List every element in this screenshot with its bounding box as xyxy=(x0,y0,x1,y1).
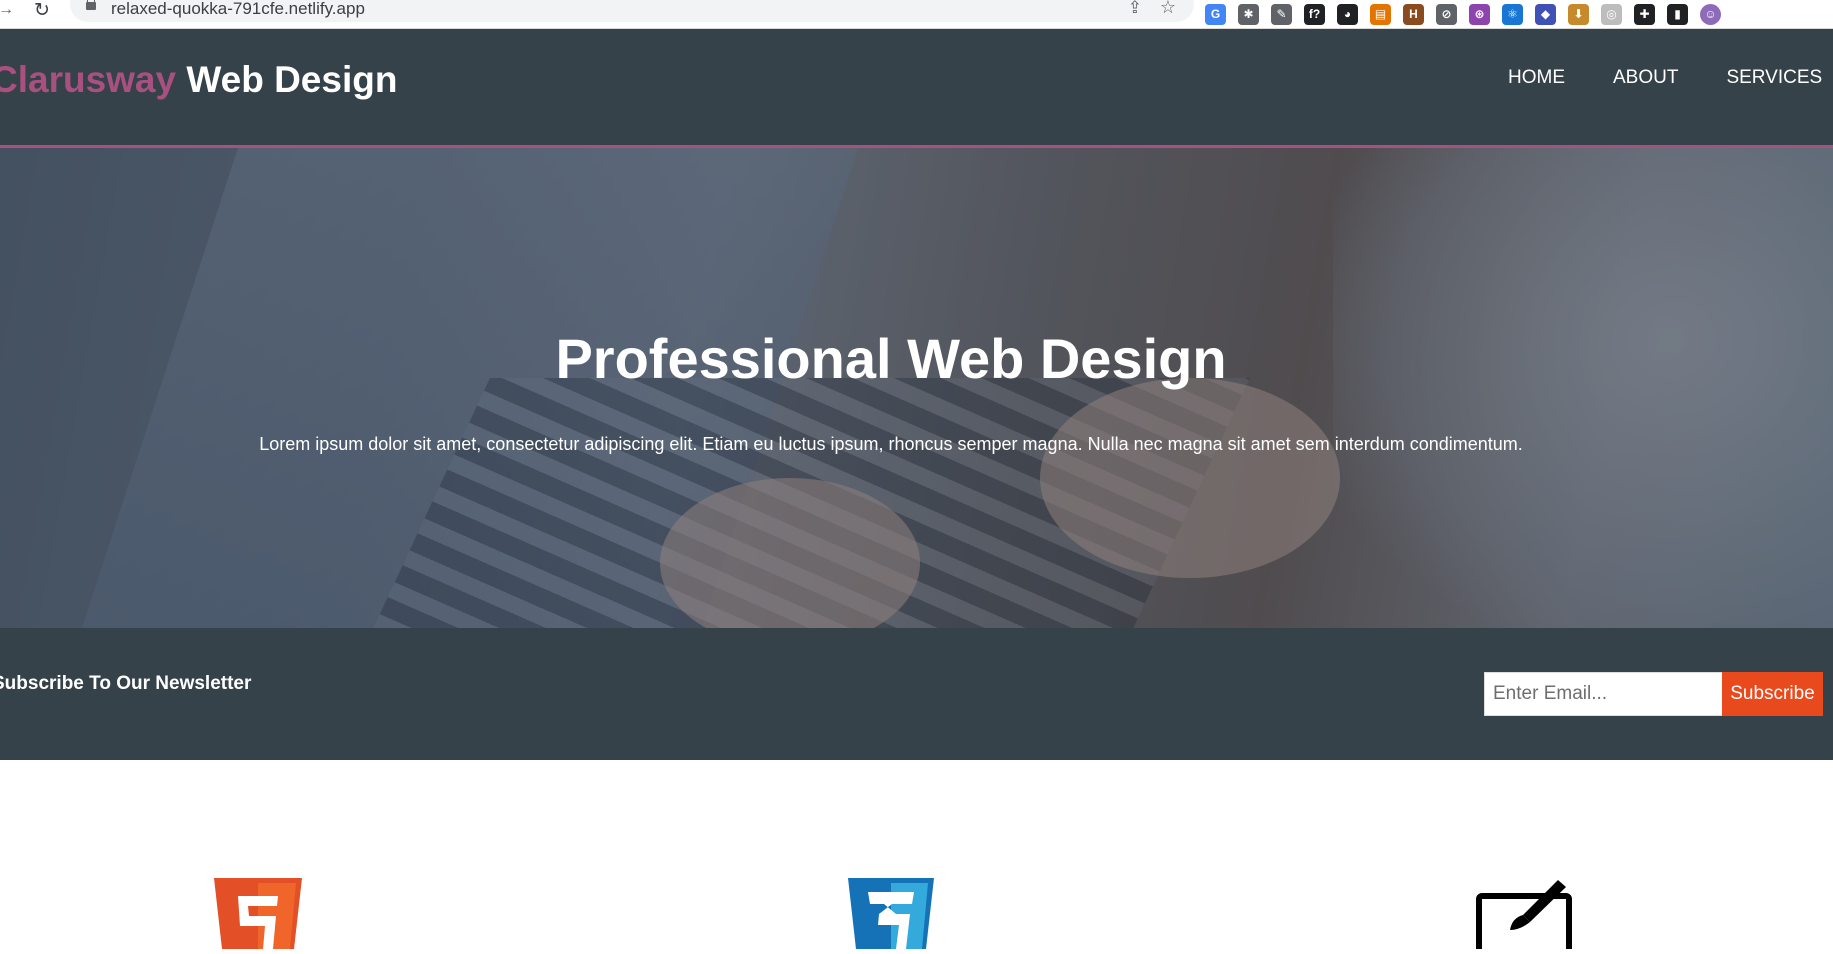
share-icon[interactable]: ⇪ xyxy=(1128,0,1142,18)
css3-logo-icon xyxy=(848,878,934,954)
record-extension-icon[interactable]: ◎ xyxy=(1601,3,1622,25)
showcase-hero: Professional Web Design Lorem ipsum dolo… xyxy=(0,148,1833,628)
branding[interactable]: Clarusway Web Design xyxy=(0,59,397,101)
brand-title: Web Design xyxy=(176,59,398,100)
puzzle-extensions-icon[interactable]: ✚ xyxy=(1634,3,1655,25)
font-extension-icon[interactable]: f? xyxy=(1304,3,1325,25)
bug-extension-icon[interactable]: ✱ xyxy=(1238,3,1259,25)
address-bar[interactable]: relaxed-quokka-791cfe.netlify.app ⇪ ☆ xyxy=(70,0,1194,22)
lock-icon[interactable] xyxy=(86,0,96,10)
react-extension-icon[interactable]: ⚛ xyxy=(1502,3,1523,25)
eyedropper-extension-icon[interactable]: ✎ xyxy=(1271,3,1292,25)
notes-extension-icon[interactable]: ▤ xyxy=(1370,3,1391,25)
email-input[interactable] xyxy=(1484,672,1724,716)
showcase-text: Lorem ipsum dolor sit amet, consectetur … xyxy=(259,434,1523,454)
showcase-title: Professional Web Design xyxy=(555,327,1227,390)
reload-icon[interactable]: ↻ xyxy=(34,0,50,22)
url-text[interactable]: relaxed-quokka-791cfe.netlify.app xyxy=(111,0,365,19)
star-icon[interactable]: ☆ xyxy=(1160,0,1176,18)
newsletter-title: Subscribe To Our Newsletter xyxy=(0,673,252,694)
nav-home-link[interactable]: HOME xyxy=(1508,67,1565,89)
profile-avatar-icon[interactable]: ☺ xyxy=(1700,3,1721,25)
brush-design-icon xyxy=(1474,878,1574,954)
profile-extension-icon[interactable]: ◕ xyxy=(1337,3,1358,25)
html5-logo-icon xyxy=(214,878,302,954)
extensions-tray: G ✱ ✎ f? ◕ ▤ H ⊘ ⊛ ⚛ ◆ ⬇ ◎ ✚ ▮ ☺ xyxy=(1205,0,1721,28)
html-extension-icon[interactable]: H xyxy=(1403,3,1424,25)
newsletter-section: Subscribe To Our Newsletter Subscribe xyxy=(0,628,1833,760)
translate-extension-icon[interactable]: G xyxy=(1205,3,1226,25)
download-extension-icon[interactable]: ⬇ xyxy=(1568,3,1589,25)
nav-services-link[interactable]: SERVICES xyxy=(1726,67,1822,89)
compass-extension-icon[interactable]: ⊘ xyxy=(1436,3,1457,25)
site-header: Clarusway Web Design HOME ABOUT SERVICES xyxy=(0,29,1833,148)
sidepanel-icon[interactable]: ▮ xyxy=(1667,3,1688,25)
stack-extension-icon[interactable]: ◆ xyxy=(1535,3,1556,25)
subscribe-button[interactable]: Subscribe xyxy=(1722,672,1823,716)
redux-extension-icon[interactable]: ⊛ xyxy=(1469,3,1490,25)
brand-highlight: Clarusway xyxy=(0,59,177,100)
main-nav: HOME ABOUT SERVICES xyxy=(1508,67,1822,89)
browser-toolbar: → ↻ relaxed-quokka-791cfe.netlify.app ⇪ … xyxy=(0,0,1833,29)
nav-about-link[interactable]: ABOUT xyxy=(1613,67,1678,89)
back-arrow-icon[interactable]: → xyxy=(0,1,14,19)
